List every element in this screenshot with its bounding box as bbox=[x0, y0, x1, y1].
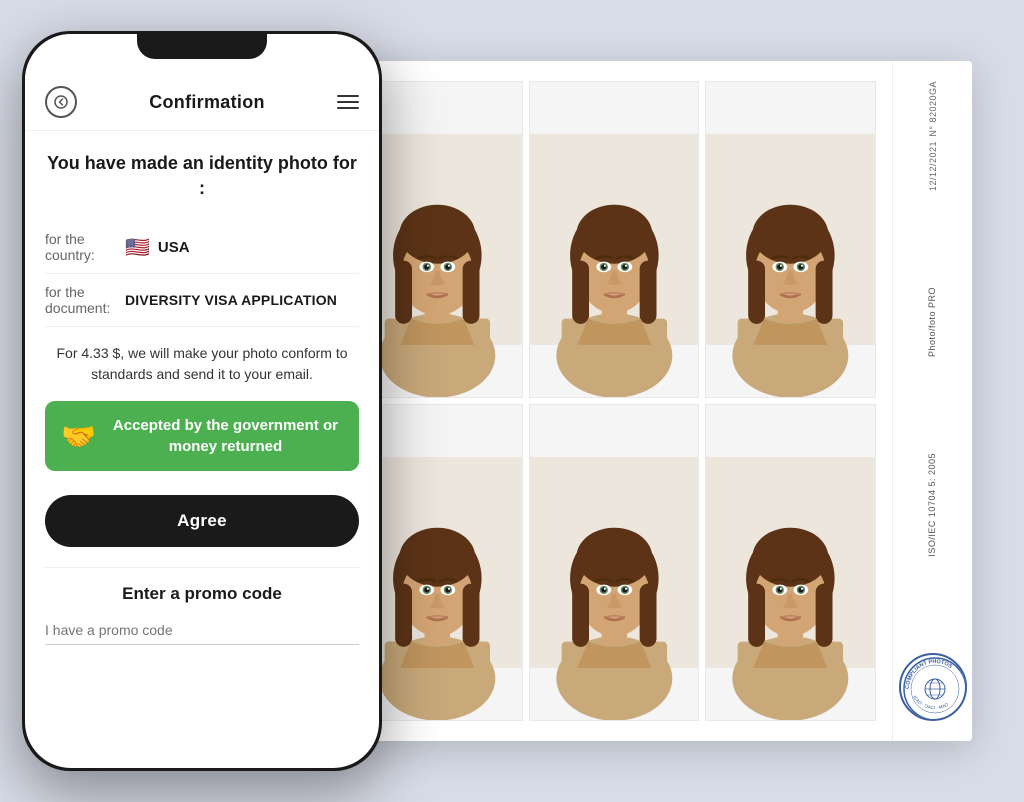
photo-grid bbox=[332, 61, 892, 741]
agree-button[interactable]: Agree bbox=[45, 495, 359, 547]
document-name: DIVERSITY VISA APPLICATION bbox=[125, 292, 337, 308]
guarantee-badge: 🤝 Accepted by the government or money re… bbox=[45, 401, 359, 471]
document-label: for the document: bbox=[45, 284, 125, 316]
photo-cell-3 bbox=[705, 81, 876, 398]
photo-cell-5 bbox=[529, 404, 700, 721]
compliant-stamp: COMPLIANT PHOTOS ICAO · OACI · MAO bbox=[899, 653, 967, 721]
section-title: You have made an identity photo for : bbox=[45, 151, 359, 201]
price-text: For 4.33 $, we will make your photo conf… bbox=[45, 343, 359, 385]
iso-text: ISO/IEC 10704 5: 2005 bbox=[927, 453, 939, 557]
guarantee-text: Accepted by the government or money retu… bbox=[108, 415, 343, 457]
country-flag: 🇺🇸 bbox=[125, 235, 150, 260]
country-value: 🇺🇸 USA bbox=[125, 235, 190, 260]
photo-cell-2 bbox=[529, 81, 700, 398]
sheet-date: 12/12/2021 bbox=[928, 141, 938, 191]
promo-input[interactable] bbox=[45, 616, 359, 645]
menu-line-3 bbox=[337, 107, 359, 109]
phone: Confirmation You have made an identity p… bbox=[22, 31, 382, 771]
phone-inner: Confirmation You have made an identity p… bbox=[25, 34, 379, 768]
country-label: for the country: bbox=[45, 231, 125, 263]
nav-title: Confirmation bbox=[149, 92, 265, 113]
nav-header: Confirmation bbox=[25, 78, 379, 131]
serial-number: N° 82020GA bbox=[928, 81, 938, 137]
photo-side-strip: N° 82020GA 12/12/2021 Photo/foto PRO ISO… bbox=[892, 61, 972, 741]
country-row: for the country: 🇺🇸 USA bbox=[45, 221, 359, 274]
brand-text: Photo/foto PRO bbox=[927, 287, 939, 357]
phone-content[interactable]: You have made an identity photo for : fo… bbox=[25, 131, 379, 768]
promo-section: Enter a promo code bbox=[45, 567, 359, 645]
phone-notch bbox=[137, 31, 267, 59]
promo-title: Enter a promo code bbox=[45, 584, 359, 604]
back-button[interactable] bbox=[45, 86, 77, 118]
photo-cell-6 bbox=[705, 404, 876, 721]
scene: N° 82020GA 12/12/2021 Photo/foto PRO ISO… bbox=[22, 21, 1002, 781]
svg-text:COMPLIANT PHOTOS: COMPLIANT PHOTOS bbox=[904, 659, 952, 689]
country-name: USA bbox=[158, 239, 190, 256]
menu-line-2 bbox=[337, 101, 359, 103]
guarantee-icon: 🤝 bbox=[61, 420, 96, 453]
svg-text:ICAO · OACI · MAO: ICAO · OACI · MAO bbox=[912, 695, 949, 710]
menu-button[interactable] bbox=[337, 95, 359, 109]
menu-line-1 bbox=[337, 95, 359, 97]
photo-sheet: N° 82020GA 12/12/2021 Photo/foto PRO ISO… bbox=[332, 61, 972, 741]
document-row: for the document: DIVERSITY VISA APPLICA… bbox=[45, 274, 359, 327]
